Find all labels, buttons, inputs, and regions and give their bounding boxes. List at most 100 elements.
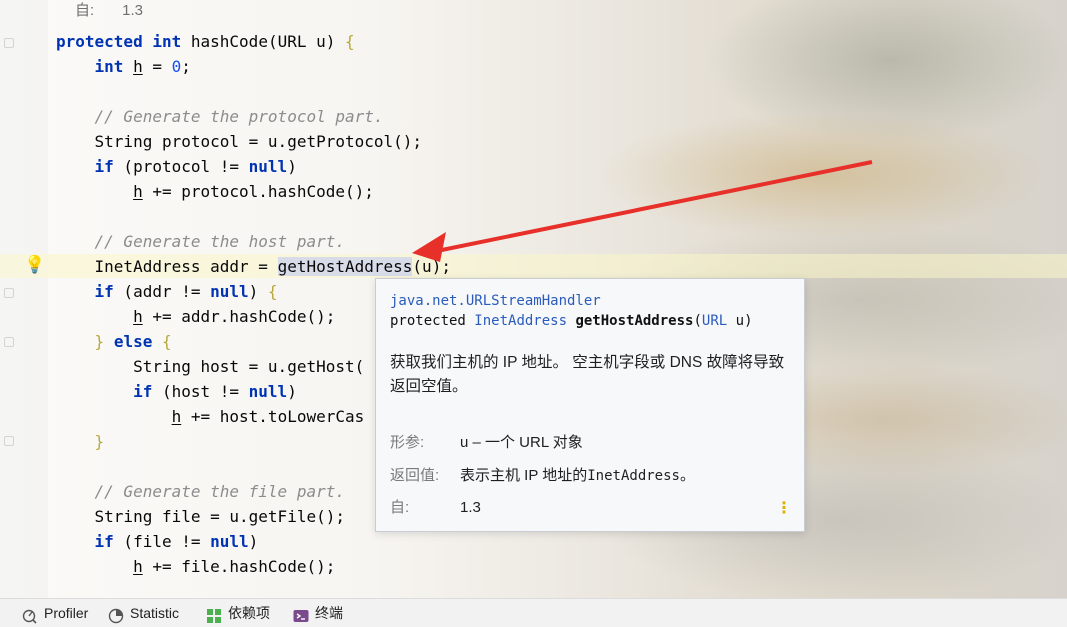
- code-token: += host.toLowerCas: [181, 407, 365, 426]
- toolbar-item-profiler[interactable]: Profiler: [22, 599, 88, 627]
- terminal-icon: [293, 605, 309, 622]
- code-token: int: [152, 32, 182, 51]
- code-token: h: [133, 182, 143, 201]
- returns-label: 返回值:: [390, 467, 440, 484]
- code-line[interactable]: String host = u.getHost(: [56, 354, 364, 379]
- toolbar-item-terminal[interactable]: 终端: [293, 599, 343, 627]
- doc-signature: protected InetAddress getHostAddress(URL…: [390, 313, 753, 329]
- code-token: (file !=: [113, 532, 211, 551]
- code-line[interactable]: // Generate the file part.: [56, 479, 345, 504]
- code-line[interactable]: // Generate the host part.: [56, 229, 345, 254]
- code-line[interactable]: protected int hashCode(URL u) {: [56, 29, 355, 54]
- doc-package-link[interactable]: java.net.URLStreamHandler: [390, 293, 601, 309]
- code-line[interactable]: if (protocol != null): [56, 154, 297, 179]
- code-token: {: [345, 32, 355, 51]
- doc-since-value: 1.3: [460, 499, 481, 516]
- code-token: if: [133, 382, 153, 401]
- since-label: 自:: [75, 2, 95, 19]
- toolbar-label: Statistic: [130, 605, 180, 621]
- code-token: else: [113, 332, 153, 351]
- sig-method-name: getHostAddress: [575, 313, 694, 329]
- code-token: String protocol = u.getProtocol();: [56, 132, 423, 151]
- code-token: // Generate the protocol part.: [94, 107, 384, 126]
- code-line[interactable]: h += file.hashCode();: [56, 554, 335, 579]
- code-token: h: [133, 557, 143, 576]
- fold-marker[interactable]: [4, 38, 14, 48]
- sig-param-name: u: [735, 313, 745, 329]
- doc-returns-row: 返回值: 表示主机 IP 地址的InetAddress。: [390, 466, 695, 486]
- code-token: null: [248, 382, 288, 401]
- code-line[interactable]: String file = u.getFile();: [56, 504, 345, 529]
- code-token: (u);: [412, 257, 451, 276]
- code-token: }: [94, 432, 105, 451]
- code-line[interactable]: if (host != null): [56, 379, 297, 404]
- code-token: h: [133, 57, 143, 76]
- sig-modifier: protected: [390, 313, 475, 329]
- lightbulb-icon[interactable]: 💡: [24, 255, 45, 275]
- code-line[interactable]: } else {: [56, 329, 172, 354]
- code-token: // Generate the file part.: [94, 482, 345, 501]
- fold-marker[interactable]: [4, 436, 14, 446]
- code-token: ): [287, 382, 297, 401]
- code-line[interactable]: int h = 0;: [56, 54, 191, 79]
- code-token: null: [210, 532, 249, 551]
- code-token: ): [287, 157, 297, 176]
- doc-since-label: 自:: [390, 499, 410, 516]
- code-line[interactable]: // Generate the protocol part.: [56, 104, 384, 129]
- sig-return-type[interactable]: InetAddress: [474, 313, 567, 329]
- code-token: h: [171, 407, 182, 426]
- toolbar-item-statistic[interactable]: Statistic: [108, 599, 179, 627]
- code-token: (host !=: [152, 382, 249, 401]
- documentation-popup[interactable]: java.net.URLStreamHandler protected Inet…: [375, 278, 805, 532]
- fold-marker[interactable]: [4, 288, 14, 298]
- code-line[interactable]: }: [56, 429, 105, 454]
- code-token: += addr.hashCode();: [142, 307, 336, 326]
- sig-param-type[interactable]: URL: [702, 313, 727, 329]
- code-token: hashCode(URL u): [181, 32, 346, 51]
- toolbar-item-dependencies[interactable]: 依赖项: [206, 599, 270, 627]
- code-token: if: [94, 532, 114, 551]
- code-line[interactable]: h += host.toLowerCas: [56, 404, 365, 429]
- code-line[interactable]: InetAddress addr = getHostAddress(u);: [56, 254, 451, 279]
- fold-marker[interactable]: [4, 337, 14, 347]
- code-token: if: [94, 282, 114, 301]
- code-token: int: [94, 57, 124, 76]
- profiler-icon: [22, 605, 38, 624]
- code-token: String host = u.getHost(: [56, 357, 365, 376]
- since-value: 1.3: [122, 2, 144, 19]
- code-line[interactable]: h += protocol.hashCode();: [56, 179, 374, 204]
- code-line[interactable]: h += addr.hashCode();: [56, 304, 335, 329]
- code-token: {: [161, 332, 172, 351]
- kebab-vertical-icon[interactable]: ⋮: [776, 498, 792, 517]
- code-token: 0: [171, 57, 182, 76]
- returns-code: InetAddress: [587, 468, 680, 484]
- doc-description: 获取我们主机的 IP 地址。 空主机字段或 DNS 故障将导致返回空值。: [390, 354, 785, 395]
- code-line[interactable]: String protocol = u.getProtocol();: [56, 129, 423, 154]
- code-line[interactable]: if (file != null): [56, 529, 259, 554]
- statistic-icon: [108, 605, 124, 624]
- code-line[interactable]: if (addr != null) {: [56, 279, 278, 304]
- code-token: null: [210, 282, 249, 301]
- bottom-tool-window-bar: Profiler Statistic 依赖项 终端: [0, 598, 1067, 627]
- code-token: += file.hashCode();: [142, 557, 336, 576]
- code-token: null: [248, 157, 288, 176]
- code-token: ;: [181, 57, 191, 76]
- dependencies-icon: [206, 605, 222, 623]
- doc-since-row: 自: 1.3: [390, 498, 481, 518]
- code-token: protected: [56, 32, 143, 51]
- code-token: (addr !=: [113, 282, 211, 301]
- code-token: {: [267, 282, 278, 301]
- toolbar-label: 终端: [315, 605, 343, 621]
- code-token: h: [133, 307, 143, 326]
